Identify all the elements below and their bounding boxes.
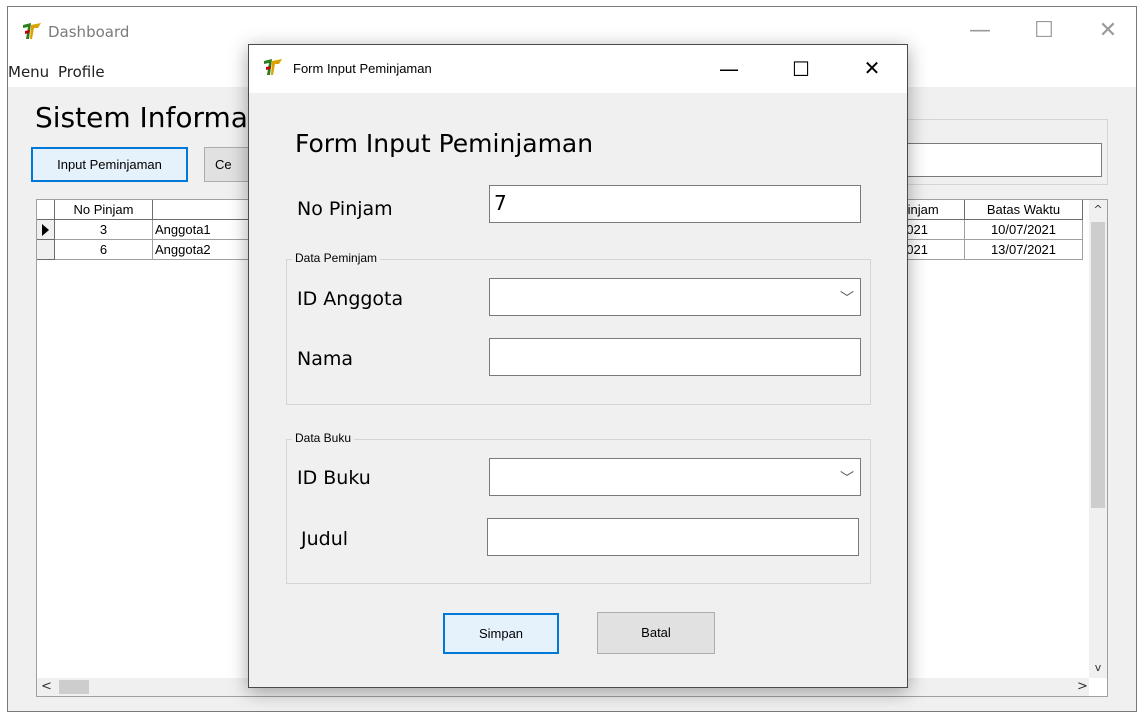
page-title: Sistem Informa xyxy=(35,101,248,134)
minimize-icon[interactable]: — xyxy=(960,20,1000,42)
dialog-titlebar: Form Input Peminjaman — ☐ ✕ xyxy=(249,45,907,93)
column-header-no-pinjam[interactable]: No Pinjam xyxy=(55,200,153,220)
close-icon[interactable]: ✕ xyxy=(1088,20,1128,42)
nama-label: Nama xyxy=(297,348,354,370)
app-icon xyxy=(22,21,42,41)
data-peminjam-legend: Data Peminjam xyxy=(292,251,381,265)
cell-tgl-pinjam[interactable]: 2021 xyxy=(899,240,965,260)
maximize-icon[interactable]: ☐ xyxy=(781,59,821,79)
cell-batas-waktu[interactable]: 10/07/2021 xyxy=(965,220,1083,240)
menu-item-profile[interactable]: Profile xyxy=(58,63,105,81)
row-header[interactable] xyxy=(37,240,55,260)
cell-no-pinjam[interactable]: 6 xyxy=(55,240,153,260)
row-pointer-icon xyxy=(42,224,49,236)
id-anggota-label: ID Anggota xyxy=(297,288,404,310)
cell-no-pinjam[interactable]: 3 xyxy=(55,220,153,240)
scroll-down-icon[interactable]: v xyxy=(1089,658,1107,678)
scroll-up-icon[interactable]: ^ xyxy=(1089,200,1107,220)
judul-label: Judul xyxy=(301,528,349,550)
data-buku-legend: Data Buku xyxy=(292,431,355,445)
nama-input[interactable] xyxy=(489,338,861,376)
chevron-down-icon: ﹀ xyxy=(840,291,854,307)
app-icon xyxy=(263,57,283,77)
no-pinjam-input[interactable]: 7 xyxy=(489,185,861,223)
judul-input[interactable] xyxy=(487,518,859,556)
column-header-batas-waktu[interactable]: Batas Waktu xyxy=(965,200,1083,220)
form-input-peminjaman-dialog: Form Input Peminjaman — ☐ ✕ Form Input P… xyxy=(248,44,908,688)
cell-batas-waktu[interactable]: 13/07/2021 xyxy=(965,240,1083,260)
horizontal-scroll-thumb[interactable] xyxy=(59,680,89,694)
id-anggota-select[interactable]: ﹀ xyxy=(489,278,861,316)
cell-tgl-pinjam[interactable]: 2021 xyxy=(899,220,965,240)
chevron-down-icon: ﹀ xyxy=(840,471,854,487)
search-input[interactable] xyxy=(898,143,1102,177)
vertical-scrollbar[interactable]: ^ v xyxy=(1089,200,1107,678)
close-icon[interactable]: ✕ xyxy=(852,58,892,78)
window-title: Dashboard xyxy=(48,23,130,41)
id-buku-select[interactable]: ﹀ xyxy=(489,458,861,496)
id-buku-label: ID Buku xyxy=(297,467,371,489)
dialog-title: Form Input Peminjaman xyxy=(293,61,432,76)
simpan-button[interactable]: Simpan xyxy=(443,613,559,654)
row-header-selected[interactable] xyxy=(37,220,55,240)
grid-corner-header xyxy=(37,200,55,220)
minimize-icon[interactable]: — xyxy=(709,59,749,79)
scroll-right-icon[interactable]: > xyxy=(1077,678,1089,696)
no-pinjam-label: No Pinjam xyxy=(297,198,393,220)
menu-item-menu[interactable]: Menu xyxy=(8,63,49,81)
column-header-tgl-pinjam[interactable]: Pinjam xyxy=(899,200,965,220)
vertical-scroll-thumb[interactable] xyxy=(1091,222,1105,508)
scroll-left-icon[interactable]: < xyxy=(41,678,55,696)
form-heading: Form Input Peminjaman xyxy=(295,129,594,158)
input-peminjaman-button[interactable]: Input Peminjaman xyxy=(31,147,188,182)
maximize-icon[interactable]: ☐ xyxy=(1024,20,1064,42)
batal-button[interactable]: Batal xyxy=(597,612,715,654)
